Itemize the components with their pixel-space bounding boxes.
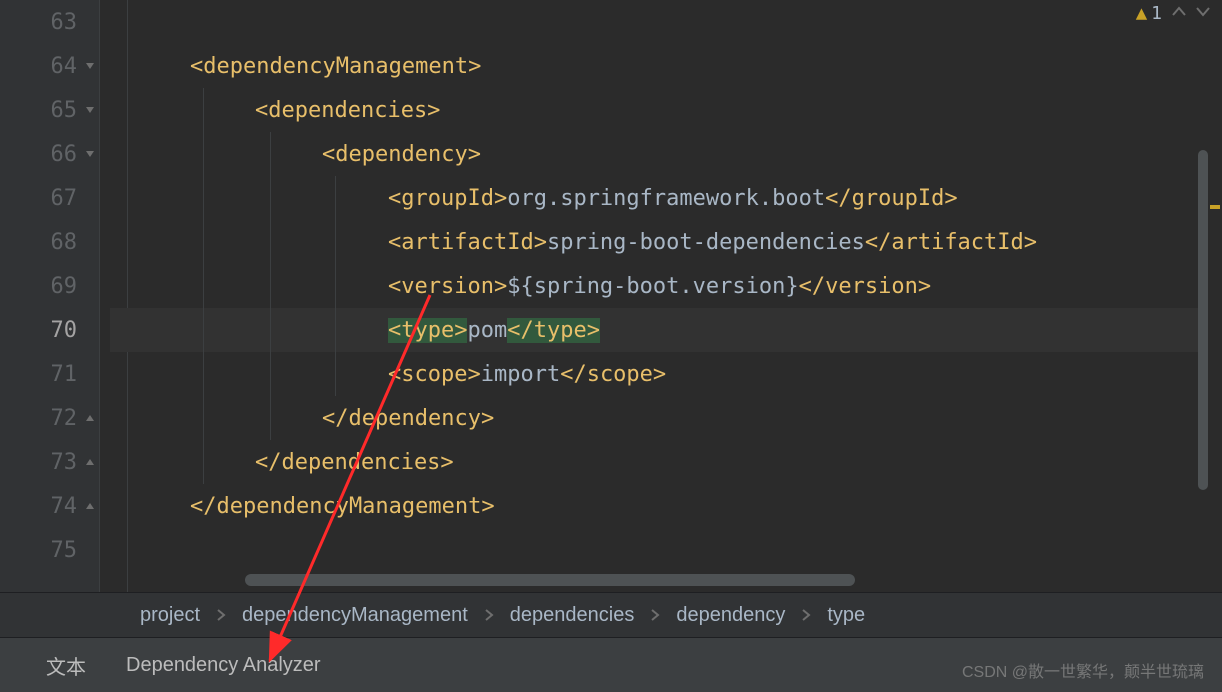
line-number[interactable]: 73 <box>0 440 99 484</box>
chevron-right-icon <box>801 608 811 622</box>
code-line[interactable]: <version>${spring-boot.version}</version… <box>110 264 1222 308</box>
line-number[interactable]: 72 <box>0 396 99 440</box>
code-line[interactable]: <groupId>org.springframework.boot</group… <box>110 176 1222 220</box>
line-number[interactable]: 65 <box>0 88 99 132</box>
watermark: CSDN @散一世繁华，颠半世琉璃 <box>962 658 1204 682</box>
code-line[interactable]: <scope>import</scope> <box>110 352 1222 396</box>
code-line[interactable]: </dependencies> <box>110 440 1222 484</box>
line-number[interactable]: 63 <box>0 0 99 44</box>
line-number[interactable]: 75 <box>0 528 99 572</box>
code-line[interactable]: <dependencies> <box>110 88 1222 132</box>
marker-strip[interactable] <box>1208 0 1222 592</box>
warning-marker[interactable] <box>1210 205 1220 209</box>
warning-count: 1 <box>1151 3 1162 24</box>
fold-close-icon[interactable] <box>84 500 96 512</box>
line-number[interactable]: 64 <box>0 44 99 88</box>
tab-dependency-analyzer[interactable]: Dependency Analyzer <box>126 654 321 677</box>
warning-triangle-icon: ▲ <box>1136 2 1147 24</box>
code-line[interactable] <box>110 528 1222 572</box>
code-line[interactable]: </dependency> <box>110 396 1222 440</box>
code-lines[interactable]: <dependencyManagement> <dependencies> <d… <box>100 0 1222 572</box>
editor-area: 63 64 65 66 67 68 69 70 71 72 73 74 75 ▲… <box>0 0 1222 592</box>
gutter: 63 64 65 66 67 68 69 70 71 72 73 74 75 <box>0 0 100 592</box>
inspection-warning-badge[interactable]: ▲ 1 <box>1136 2 1162 24</box>
chevron-right-icon <box>216 608 226 622</box>
line-number[interactable]: 71 <box>0 352 99 396</box>
fold-close-icon[interactable] <box>84 412 96 424</box>
fold-open-icon[interactable] <box>84 104 96 116</box>
fold-close-icon[interactable] <box>84 456 96 468</box>
breadcrumb-bar: project dependencyManagement dependencie… <box>0 592 1222 638</box>
bottom-tab-bar: 文本 Dependency Analyzer CSDN @散一世繁华，颠半世琉璃 <box>0 638 1222 692</box>
fold-open-icon[interactable] <box>84 148 96 160</box>
line-number[interactable]: 67 <box>0 176 99 220</box>
chevron-up-icon[interactable] <box>1170 2 1188 27</box>
tab-text[interactable]: 文本 <box>46 651 86 680</box>
code-line[interactable]: <artifactId>spring-boot-dependencies</ar… <box>110 220 1222 264</box>
breadcrumb-item[interactable]: dependencies <box>510 604 635 627</box>
code-line-current[interactable]: <type>pom</type> <box>110 308 1222 352</box>
chevron-down-icon[interactable] <box>1194 2 1212 27</box>
horizontal-scrollbar[interactable] <box>245 574 855 586</box>
line-number[interactable]: 70 <box>0 308 99 352</box>
line-number[interactable]: 69 <box>0 264 99 308</box>
chevron-right-icon <box>650 608 660 622</box>
code-line[interactable] <box>110 0 1222 44</box>
code-line[interactable]: </dependencyManagement> <box>110 484 1222 528</box>
breadcrumb-item[interactable]: project <box>140 604 200 627</box>
fold-open-icon[interactable] <box>84 60 96 72</box>
indent-guide <box>203 88 204 132</box>
chevron-right-icon <box>484 608 494 622</box>
breadcrumb-item[interactable]: type <box>827 604 865 627</box>
vertical-scrollbar[interactable] <box>1198 150 1208 490</box>
code-line[interactable]: <dependency> <box>110 132 1222 176</box>
code-area[interactable]: ▲ 1 <dependencyManagement> <dependencies… <box>100 0 1222 592</box>
line-number[interactable]: 68 <box>0 220 99 264</box>
breadcrumb-item[interactable]: dependency <box>676 604 785 627</box>
line-number[interactable]: 74 <box>0 484 99 528</box>
breadcrumb-item[interactable]: dependencyManagement <box>242 604 468 627</box>
inspection-nav <box>1170 2 1212 27</box>
code-line[interactable]: <dependencyManagement> <box>110 44 1222 88</box>
line-number[interactable]: 66 <box>0 132 99 176</box>
